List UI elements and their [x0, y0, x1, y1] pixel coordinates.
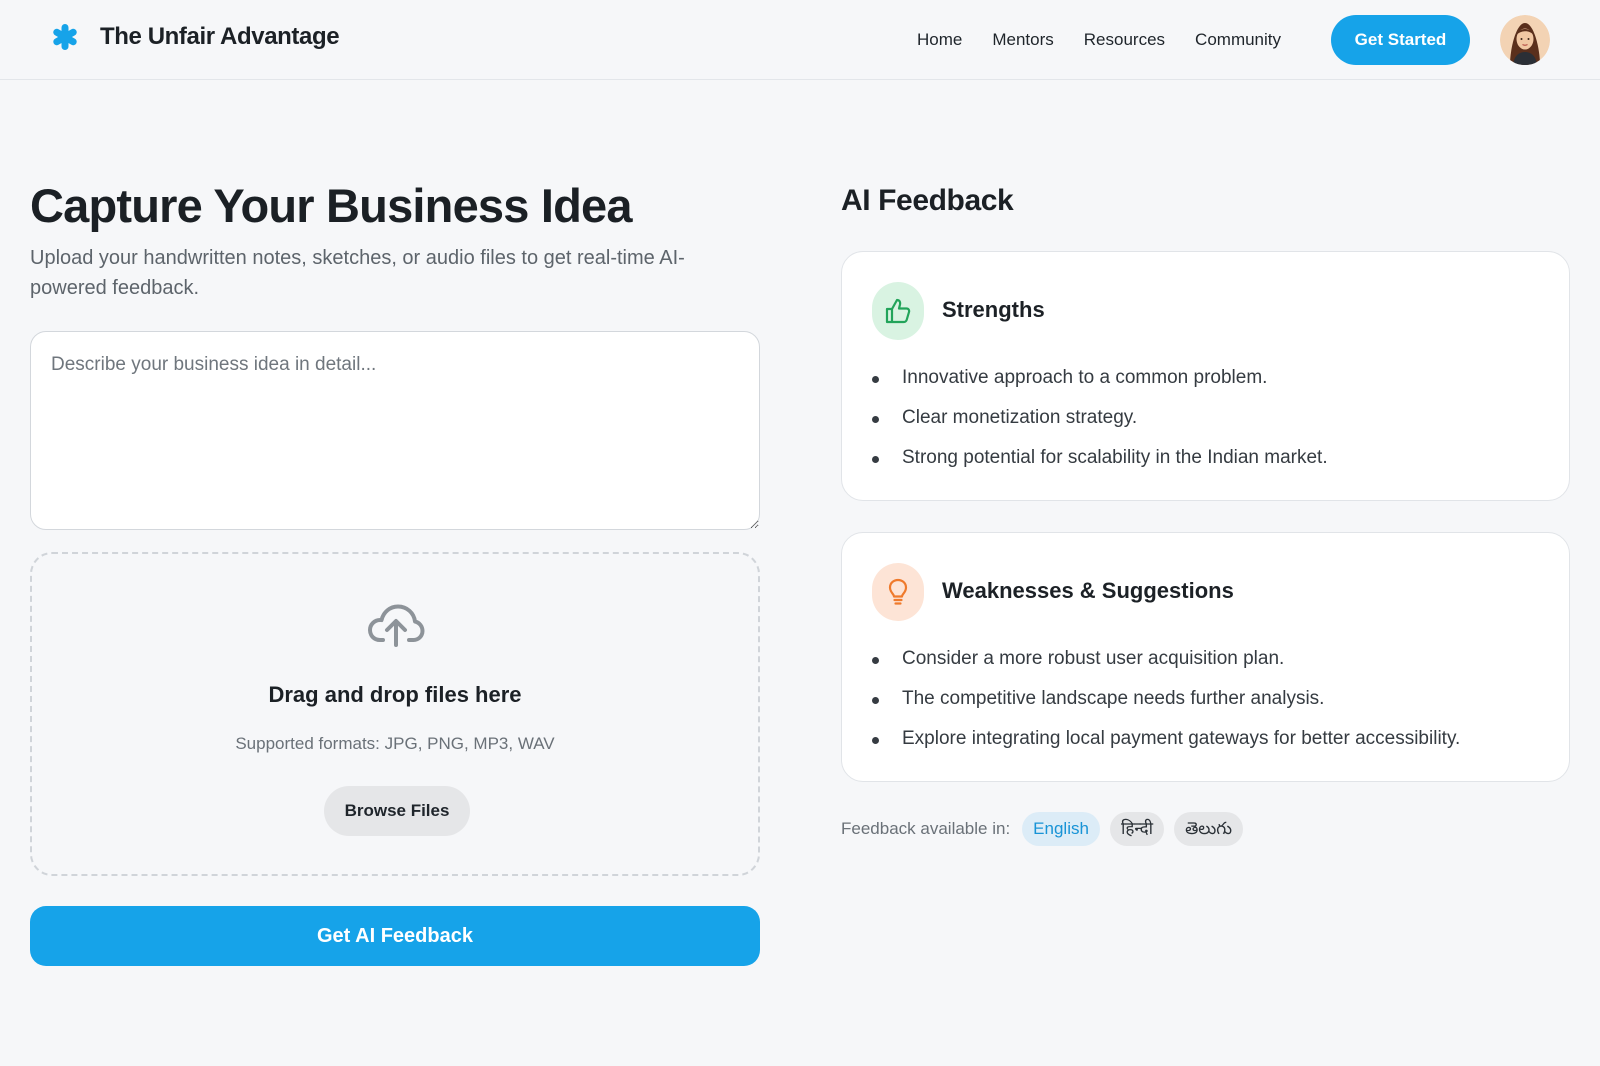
- brand[interactable]: The Unfair Advantage: [50, 22, 340, 52]
- top-navbar: The Unfair Advantage Home Mentors Resour…: [0, 0, 1600, 80]
- brand-name: The Unfair Advantage: [100, 23, 340, 50]
- weaknesses-title: Weaknesses & Suggestions: [942, 578, 1234, 603]
- main-nav: Home Mentors Resources Community: [917, 28, 1311, 52]
- get-started-button[interactable]: Get Started: [1331, 15, 1470, 65]
- strengths-card: Strengths Innovative approach to a commo…: [841, 251, 1570, 501]
- page-subtitle: Upload your handwritten notes, sketches,…: [30, 247, 685, 299]
- weaknesses-card: Weaknesses & Suggestions Consider a more…: [841, 532, 1570, 782]
- dropzone-title: Drag and drop files here: [268, 682, 522, 707]
- language-label: Feedback available in:: [841, 819, 1011, 838]
- list-item: Explore integrating local payment gatewa…: [872, 719, 1460, 759]
- language-chip-english[interactable]: English: [1022, 812, 1100, 846]
- nav-community[interactable]: Community: [1195, 28, 1281, 52]
- business-idea-textarea[interactable]: [30, 331, 760, 530]
- list-item: Clear monetization strategy.: [872, 398, 1328, 438]
- strengths-list: Innovative approach to a common problem.…: [872, 358, 1328, 478]
- page-title: Capture Your Business Idea: [30, 179, 633, 232]
- user-avatar-icon: [1500, 15, 1550, 65]
- language-chip-telugu[interactable]: తెలుగు: [1174, 812, 1244, 846]
- list-item: The competitive landscape needs further …: [872, 679, 1460, 719]
- weaknesses-list: Consider a more robust user acquisition …: [872, 639, 1460, 759]
- thumbs-up-icon: [885, 298, 911, 324]
- language-chip-hindi[interactable]: हिन्दी: [1109, 812, 1165, 846]
- avatar[interactable]: [1500, 15, 1550, 65]
- nav-home[interactable]: Home: [917, 28, 962, 52]
- nav-resources[interactable]: Resources: [1084, 28, 1165, 52]
- nav-mentors[interactable]: Mentors: [992, 28, 1053, 52]
- weaknesses-icon-badge: [872, 563, 924, 621]
- list-item: Innovative approach to a common problem.: [872, 358, 1328, 398]
- file-dropzone[interactable]: Drag and drop files here Supported forma…: [30, 552, 760, 876]
- browse-files-button[interactable]: Browse Files: [324, 786, 470, 836]
- cloud-upload-icon: [368, 604, 425, 647]
- list-item: Consider a more robust user acquisition …: [872, 639, 1460, 679]
- lightbulb-icon: [888, 578, 908, 605]
- ai-feedback-title: AI Feedback: [841, 184, 1014, 217]
- strengths-icon-badge: [872, 282, 924, 340]
- asterisk-logo-icon: [53, 24, 77, 50]
- language-selector: Feedback available in: English हिन्दी తె…: [841, 812, 1253, 846]
- list-item: Strong potential for scalability in the …: [872, 438, 1328, 478]
- get-ai-feedback-button[interactable]: Get AI Feedback: [30, 906, 760, 966]
- strengths-title: Strengths: [942, 297, 1045, 322]
- supported-formats: Supported formats: JPG, PNG, MP3, WAV: [235, 734, 555, 753]
